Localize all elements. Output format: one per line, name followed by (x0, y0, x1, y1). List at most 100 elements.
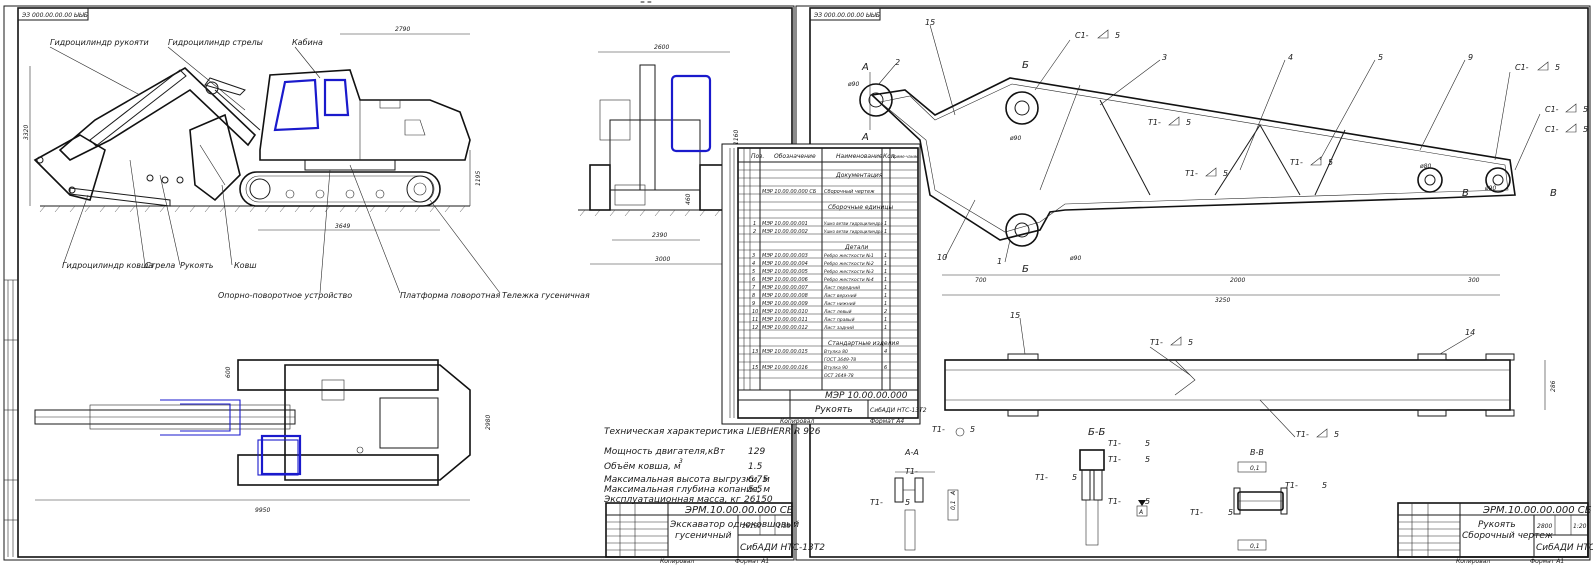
spec-asm-1-des: МЭР 10.00.00.002 (762, 229, 808, 235)
tech-exponent: 3 (679, 458, 683, 465)
vv-weld-1: Т1- (1285, 481, 1298, 490)
cab-window-front (273, 78, 320, 132)
right-title-block: ЭРМ.10.00.00.000 СБ Рукоять Сборочный че… (1397, 502, 1593, 565)
spec-std-3-name: ОСТ 3649-78 (824, 373, 854, 379)
excavator-top-view: 9950 600 2980 (34, 359, 492, 514)
section-bb-label: Б-Б (1088, 427, 1105, 438)
bb-weld-4: Т1- (1108, 497, 1121, 506)
vv-weld-2: Т1- (1190, 508, 1203, 517)
dia-90-a: ø90 (847, 81, 859, 88)
weld-c1-c-leg: 5 (1583, 105, 1588, 114)
tech-heading: Техническая характеристика LIEBHERR R 92… (604, 427, 821, 437)
tech-row-2-label: Максимальная высота выгрузки, м (604, 475, 770, 485)
spec-std-2-pos: 15 (752, 365, 758, 371)
dim-286: 286 (1550, 380, 1557, 392)
spec-part-1-name: Ребро жесткости №2 (824, 261, 874, 267)
pos-2: 2 (895, 58, 900, 67)
pos-15: 15 (1010, 311, 1020, 320)
spec-h-name: Наименование (836, 153, 883, 160)
aa-base: А (950, 491, 957, 496)
spec-part-3-name: Ребро жесткости №4 (824, 277, 874, 283)
aa-weld-1: Т1- (905, 467, 918, 476)
spec-part-0-qty: 1 (884, 253, 887, 259)
spec-std-0-des: МЭР 10.00.00.015 (762, 349, 808, 355)
spec-part-5-pos: 8 (752, 293, 755, 299)
pos-11: 15 (925, 18, 935, 27)
weld-t1-f: Т1- (932, 425, 945, 434)
spec-asm-1-name: Ушко ветви гидроцилиндра (824, 229, 883, 234)
spec-part-1-qty: 1 (884, 261, 887, 267)
spec-part-9-pos: 12 (752, 325, 758, 331)
weld-t1-c: Т1- (1185, 169, 1198, 178)
right-title-name2: Сборочный чертеж (1462, 531, 1554, 541)
spec-doc-0-des: МЭР 10.00.00.000 СБ (762, 189, 817, 195)
dim-600: 600 (225, 366, 232, 378)
arm-top-view: 286 15 14 Т1- 5 Т1- 5 Т1- 5 (932, 311, 1557, 439)
dim-2790: 2790 (395, 26, 410, 33)
dim-300: 300 (1468, 277, 1480, 284)
spec-part-9-des: МЭР 10.00.00.012 (762, 325, 808, 331)
spec-part-8-des: МЭР 10.00.00.011 (762, 317, 808, 323)
spec-part-3-pos: 6 (752, 277, 755, 283)
aa-weld-2: Т1- (870, 498, 883, 507)
dia-90-c: ø90 (1069, 255, 1081, 262)
spec-footer-code: МЭР 10.00.00.000 (825, 391, 908, 401)
section-v-left: В (1462, 188, 1469, 199)
spec-part-3-qty: 1 (884, 277, 887, 283)
spec-section-docs: Документация (835, 172, 883, 179)
spec-part-6-des: МЭР 10.00.00.009 (762, 301, 808, 307)
right-title-org: СибАДИ НТС-13Т2 (1536, 543, 1593, 553)
spec-part-7-name: Лист левый (823, 309, 852, 315)
spec-part-7-des: МЭР 10.00.00.010 (762, 309, 808, 315)
arm-main-view: А А Б Б В В ø90 ø90 ø90 ø80 ø90 15 3 4 5… (847, 18, 1588, 304)
spec-std-1-name: ГОСТ 3649-78 (824, 357, 856, 363)
weld-c1-a: С1- (1075, 31, 1089, 40)
spec-part-4-name: Лист передний (823, 285, 860, 291)
spec-part-8-pos: 11 (752, 317, 758, 323)
label-slewing-ring: Опорно-поворотное устройство (218, 291, 352, 300)
spec-part-0-des: МЭР 10.00.00.003 (762, 253, 808, 259)
tech-row-1-label: Объём ковша, м (604, 462, 681, 472)
drawing-canvas: ЭЗ 000.00.00.00 ЫЫБ = = ЭЗ 000.00.00.00 … (3, 0, 1593, 565)
spec-std-2-name: Втулка 90 (824, 365, 848, 371)
dim-2600: 2600 (654, 44, 669, 51)
weld-c1-d-leg: 5 (1583, 125, 1588, 134)
spec-asm-1-qty: 1 (884, 229, 887, 235)
dim-3320: 3320 (23, 125, 30, 140)
section-vv-label: В-В (1250, 448, 1264, 457)
section-aa-label: А-А (904, 448, 919, 457)
spec-part-2-qty: 1 (884, 269, 887, 275)
spec-section-parts: Детали (844, 244, 868, 251)
lug-right-1 (1417, 167, 1443, 193)
left-stamp-code: ЭЗ 000.00.00.00 ЫЫБ (21, 12, 88, 19)
spec-sheet: Поз. Обозначение Наименование Кол. Приме… (721, 143, 927, 425)
section-bb: Б-Б Т1- 5 Т1- 5 Т1- 5 Т1- 5 А (1035, 427, 1150, 546)
left-title-org: СибАДИ НТС-13Т2 (740, 543, 825, 553)
spec-part-6-qty: 1 (884, 301, 887, 307)
top-cab (257, 439, 299, 476)
bb-weld-2: Т1- (1108, 455, 1121, 464)
label-boom-cylinder: Гидроцилиндр стрелы (168, 38, 263, 47)
spec-part-2-name: Ребро жесткости №3 (824, 269, 874, 275)
weld-t1-a: Т1- (1148, 118, 1161, 127)
pos-14: 14 (1465, 328, 1475, 337)
section-aa: А-А Т1- Т1- 5 0,1 А (870, 448, 959, 551)
spec-std-0-qty: 4 (884, 349, 887, 355)
spec-part-7-pos: 10 (752, 309, 758, 315)
section-b-top: Б (1022, 60, 1029, 71)
label-arm-cylinder: Гидроцилиндр рукояти (50, 38, 149, 47)
tech-row-3-label: Максимальная глубина копания, м (604, 485, 770, 495)
dim-460: 460 (685, 193, 692, 205)
spec-doc-0-name: Сборочный чертеж (824, 189, 875, 195)
bb-weld-3-leg: 5 (1072, 473, 1077, 482)
right-stamp-code: ЭЗ 000.00.00.00 ЫЫБ (813, 12, 880, 19)
pos-10: 10 (937, 253, 947, 262)
label-arm: Рукоять (180, 261, 214, 270)
pos-9: 9 (1468, 53, 1473, 62)
right-title-mass: 2800 (1537, 523, 1552, 530)
cab-window-side (323, 78, 350, 117)
spec-asm-0-des: МЭР 10.00.00.001 (762, 221, 808, 227)
spec-part-6-name: Лист нижний (823, 301, 856, 307)
tech-row-0-value: 129 (748, 447, 765, 457)
vv-weld-1-leg: 5 (1322, 481, 1327, 490)
